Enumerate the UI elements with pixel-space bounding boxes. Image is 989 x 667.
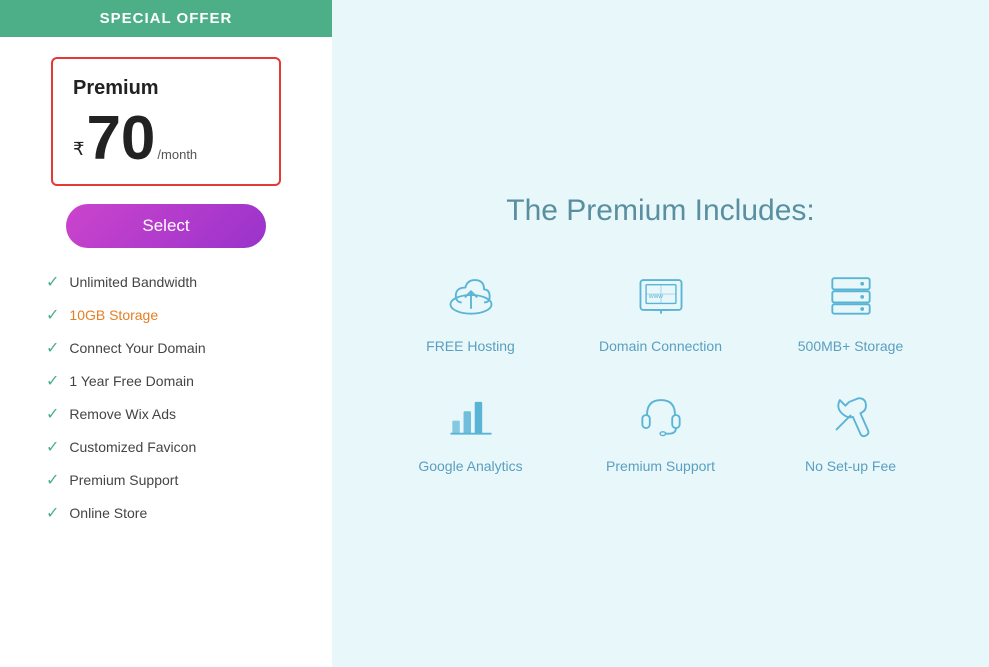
feature-label: Remove Wix Ads [69, 406, 176, 422]
feature-card: No Set-up Fee [781, 384, 921, 474]
plan-currency: ₹ [73, 139, 84, 160]
plan-name: Premium [73, 77, 159, 100]
includes-title: The Premium Includes: [506, 194, 814, 228]
features-row: FREE Hosting www Domain Connection 500MB… [381, 264, 941, 354]
feature-label: Premium Support [69, 472, 178, 488]
feature-item: ✓ Premium Support [46, 470, 296, 490]
special-offer-banner: SPECIAL OFFER [0, 0, 332, 37]
feature-card: 500MB+ Storage [781, 264, 921, 354]
feature-item: ✓ 1 Year Free Domain [46, 371, 296, 391]
plan-amount: 70 [86, 108, 155, 170]
check-icon: ✓ [46, 272, 59, 292]
feature-item: ✓ Remove Wix Ads [46, 404, 296, 424]
wrench-icon [820, 384, 882, 446]
check-icon: ✓ [46, 503, 59, 523]
feature-card: FREE Hosting [401, 264, 541, 354]
feature-item: ✓ Unlimited Bandwidth [46, 272, 296, 292]
feature-label: 10GB Storage [69, 307, 158, 323]
feature-item: ✓ 10GB Storage [46, 305, 296, 325]
check-icon: ✓ [46, 305, 59, 325]
features-list: ✓ Unlimited Bandwidth ✓ 10GB Storage ✓ Connec… [36, 272, 296, 536]
feature-card-label: No Set-up Fee [805, 458, 896, 474]
check-icon: ✓ [46, 437, 59, 457]
check-icon: ✓ [46, 338, 59, 358]
feature-label: Online Store [69, 505, 147, 521]
feature-label: 1 Year Free Domain [69, 373, 194, 389]
check-icon: ✓ [46, 404, 59, 424]
check-icon: ✓ [46, 371, 59, 391]
feature-label: Unlimited Bandwidth [69, 274, 197, 290]
globe-icon: www [630, 264, 692, 326]
cloud-upload-icon [440, 264, 502, 326]
plan-card: Premium ₹ 70 /month [51, 57, 281, 186]
feature-card-label: 500MB+ Storage [798, 338, 903, 354]
feature-card-label: Google Analytics [418, 458, 522, 474]
feature-card: Premium Support [591, 384, 731, 474]
feature-label: Customized Favicon [69, 439, 196, 455]
check-icon: ✓ [46, 470, 59, 490]
feature-card-label: Premium Support [606, 458, 715, 474]
plan-period: /month [157, 147, 197, 162]
analytics-icon [440, 384, 502, 446]
feature-item: ✓ Connect Your Domain [46, 338, 296, 358]
left-panel: SPECIAL OFFER Premium ₹ 70 /month Select… [0, 0, 332, 667]
select-button[interactable]: Select [66, 204, 266, 248]
headset-icon [630, 384, 692, 446]
features-row: Google Analytics Premium Support No Set-… [381, 384, 941, 474]
feature-item: ✓ Customized Favicon [46, 437, 296, 457]
plan-price-row: ₹ 70 /month [73, 108, 197, 170]
feature-card: Google Analytics [401, 384, 541, 474]
feature-label: Connect Your Domain [69, 340, 205, 356]
right-panel: The Premium Includes: FREE Hosting www D… [332, 0, 989, 667]
storage-icon [820, 264, 882, 326]
feature-card: www Domain Connection [591, 264, 731, 354]
feature-card-label: Domain Connection [599, 338, 722, 354]
feature-item: ✓ Online Store [46, 503, 296, 523]
feature-card-label: FREE Hosting [426, 338, 515, 354]
features-grid: FREE Hosting www Domain Connection 500MB… [381, 264, 941, 474]
